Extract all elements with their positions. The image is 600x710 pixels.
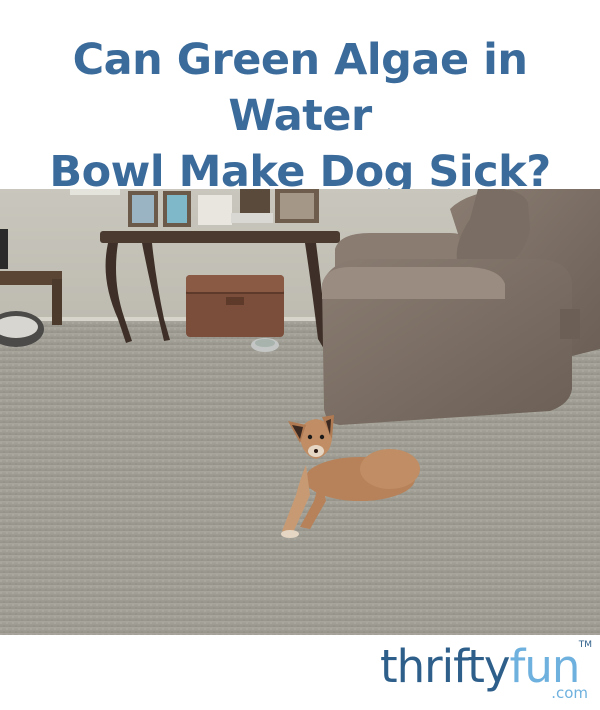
logo-thrifty-text: thrifty (380, 640, 510, 693)
logo-wordmark: thriftyfun (380, 640, 580, 694)
page-title: Can Green Algae in Water Bowl Make Dog S… (0, 32, 600, 200)
photo-illustration (0, 189, 600, 635)
trademark-mark: TM (578, 640, 592, 650)
title-line-1: Can Green Algae in Water (72, 35, 528, 141)
dog-photo (0, 189, 600, 635)
tv (0, 229, 8, 269)
console-table (100, 231, 340, 243)
thriftyfun-logo[interactable]: thriftyfun TM .com (380, 640, 592, 702)
logo-dotcom-text: .com (551, 684, 588, 702)
